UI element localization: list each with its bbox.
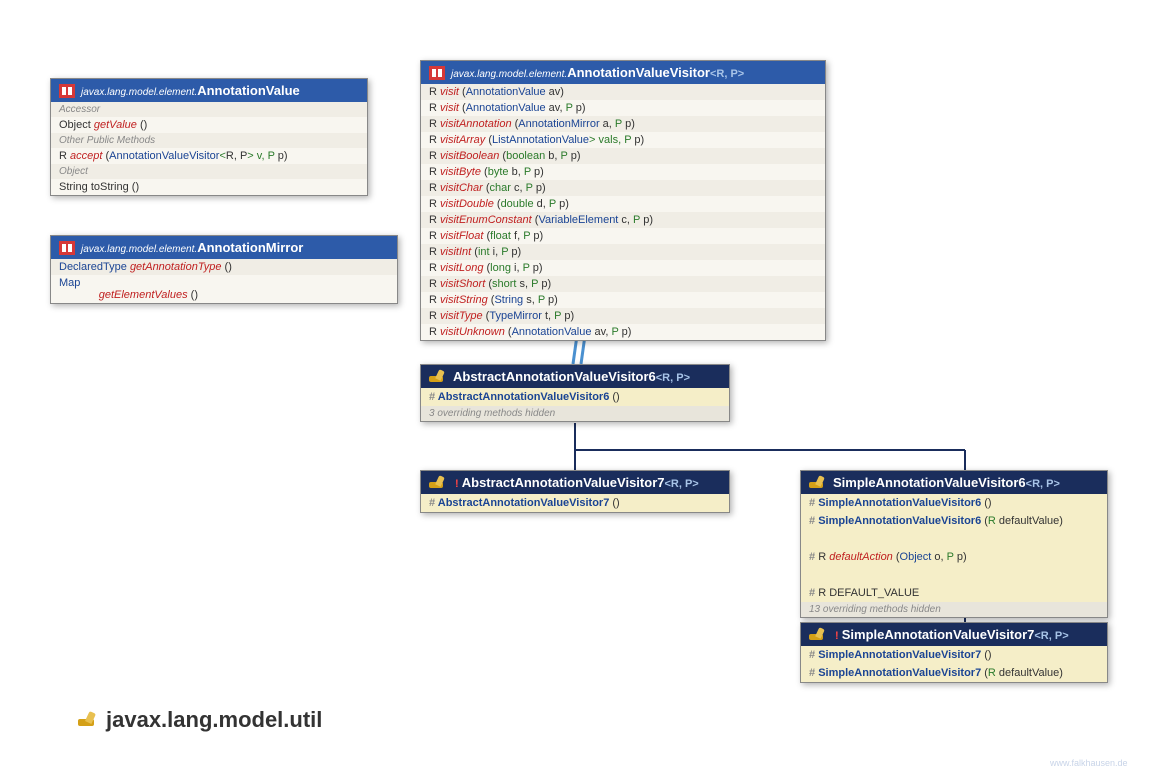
box-body: R visit (AnnotationValue av) R visit (An… (421, 84, 825, 340)
package-title: javax.lang.model.util (78, 707, 322, 733)
generics: <R, P> (710, 68, 744, 80)
class-icon (429, 476, 447, 490)
generics: <R, P> (664, 478, 698, 490)
class-icon (429, 370, 447, 384)
pkg-label: javax.lang.model.element. (81, 87, 197, 98)
class-name: AnnotationValueVisitor (567, 65, 710, 80)
generics: <R, P> (1026, 478, 1060, 490)
box-body: # SimpleAnnotationValueVisitor6 ()# Simp… (801, 494, 1107, 617)
box-body: # SimpleAnnotationValueVisitor7 ()# Simp… (801, 646, 1107, 682)
warn-icon: ! (835, 630, 839, 642)
header-abstract-avv6: AbstractAnnotationValueVisitor6<R, P> (421, 365, 729, 388)
class-icon (809, 476, 827, 490)
class-name: AbstractAnnotationValueVisitor7 (462, 475, 665, 490)
box-body: # AbstractAnnotationValueVisitor7 () (421, 494, 729, 512)
box-body: Accessor Object getValue ()Other Public … (51, 102, 367, 195)
box-abstract-avv7: ! AbstractAnnotationValueVisitor7<R, P> … (420, 470, 730, 513)
package-name: javax.lang.model.util (106, 707, 322, 733)
class-name: AnnotationMirror (197, 240, 303, 255)
interface-icon (429, 66, 445, 80)
warn-icon: ! (455, 478, 459, 490)
class-icon (809, 628, 827, 642)
box-annotation-mirror: javax.lang.model.element.AnnotationMirro… (50, 235, 398, 304)
class-name: AnnotationValue (197, 83, 300, 98)
class-name: SimpleAnnotationValueVisitor7 (842, 627, 1035, 642)
box-abstract-avv6: AbstractAnnotationValueVisitor6<R, P> # … (420, 364, 730, 422)
box-body: DeclaredType getAnnotationType ()Map get… (51, 259, 397, 303)
box-simple-avv6: SimpleAnnotationValueVisitor6<R, P> # Si… (800, 470, 1108, 618)
generics: <R, P> (656, 372, 690, 384)
box-annotation-value: javax.lang.model.element.AnnotationValue… (50, 78, 368, 196)
class-name: SimpleAnnotationValueVisitor6 (833, 475, 1026, 490)
header-annotation-value-visitor: javax.lang.model.element.AnnotationValue… (421, 61, 825, 84)
box-annotation-value-visitor: javax.lang.model.element.AnnotationValue… (420, 60, 826, 341)
interface-icon (59, 84, 75, 98)
header-simple-avv6: SimpleAnnotationValueVisitor6<R, P> (801, 471, 1107, 494)
package-icon (78, 712, 98, 728)
header-annotation-value: javax.lang.model.element.AnnotationValue (51, 79, 367, 102)
header-annotation-mirror: javax.lang.model.element.AnnotationMirro… (51, 236, 397, 259)
box-simple-avv7: ! SimpleAnnotationValueVisitor7<R, P> # … (800, 622, 1108, 683)
interface-icon (59, 241, 75, 255)
header-simple-avv7: ! SimpleAnnotationValueVisitor7<R, P> (801, 623, 1107, 646)
watermark: www.falkhausen.de (1050, 758, 1128, 768)
generics: <R, P> (1034, 630, 1068, 642)
pkg-label: javax.lang.model.element. (81, 244, 197, 255)
pkg-label: javax.lang.model.element. (451, 69, 567, 80)
box-body: # AbstractAnnotationValueVisitor6 ()3 ov… (421, 388, 729, 421)
class-name: AbstractAnnotationValueVisitor6 (453, 369, 656, 384)
header-abstract-avv7: ! AbstractAnnotationValueVisitor7<R, P> (421, 471, 729, 494)
